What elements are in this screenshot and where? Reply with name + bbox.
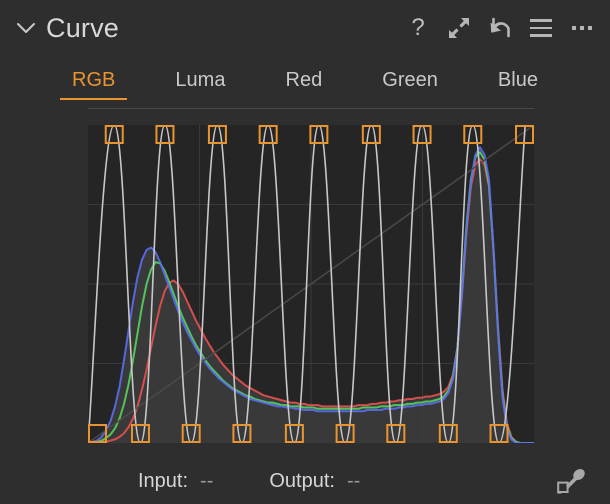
expand-icon[interactable]	[446, 15, 472, 41]
tabs-divider	[88, 108, 534, 109]
curve-control-point[interactable]	[463, 125, 483, 144]
curve-footer: Input: -- Output: --	[0, 458, 610, 504]
panel-header: Curve ?	[0, 0, 610, 56]
eyedropper-icon[interactable]	[554, 466, 588, 498]
help-icon[interactable]: ?	[405, 15, 431, 41]
curve-panel: Curve ? RGB Luma Red Green Blue Input: -…	[0, 0, 610, 504]
input-label: Input:	[138, 469, 189, 492]
curve-control-point[interactable]	[104, 125, 124, 144]
curve-control-point[interactable]	[207, 125, 227, 144]
channel-tabs: RGB Luma Red Green Blue	[0, 70, 610, 110]
input-value: --	[200, 469, 214, 492]
output-value: --	[346, 469, 361, 492]
tab-luma[interactable]: Luma	[173, 70, 227, 100]
header-toolbar: ?	[405, 15, 595, 41]
curve-control-point[interactable]	[361, 125, 381, 144]
curve-control-point[interactable]	[309, 125, 329, 144]
curve-control-point[interactable]	[258, 125, 278, 144]
tab-red[interactable]: Red	[284, 70, 325, 100]
curve-graph[interactable]	[88, 125, 534, 443]
page-title: Curve	[46, 12, 120, 43]
menu-icon[interactable]	[528, 15, 554, 41]
undo-icon[interactable]	[487, 15, 513, 41]
tab-rgb[interactable]: RGB	[59, 70, 128, 100]
chevron-down-icon[interactable]	[14, 16, 38, 40]
curve-control-point[interactable]	[155, 125, 175, 144]
readouts: Input: -- Output: --	[138, 470, 360, 493]
more-options-icon[interactable]	[569, 15, 595, 41]
curve-canvas[interactable]	[88, 125, 534, 443]
tab-blue[interactable]: Blue	[496, 70, 540, 100]
output-label: Output:	[269, 469, 335, 492]
tab-green[interactable]: Green	[380, 70, 440, 100]
